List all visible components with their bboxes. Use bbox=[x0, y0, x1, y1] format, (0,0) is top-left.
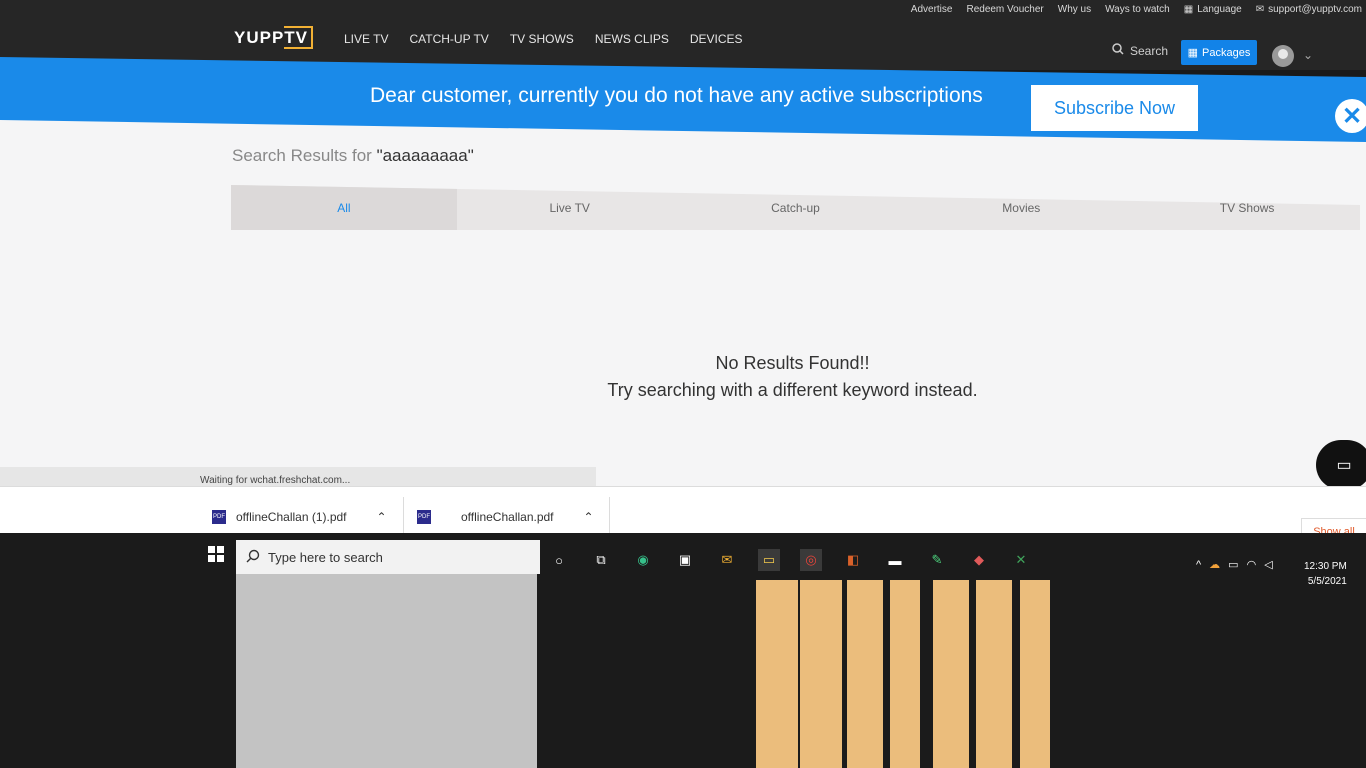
site-header: Advertise Redeem Voucher Why us Ways to … bbox=[0, 0, 1366, 70]
chat-icon[interactable]: ▭ bbox=[1316, 440, 1366, 490]
no-results-message: No Results Found!! Try searching with a … bbox=[560, 350, 1025, 404]
download-item[interactable]: PDF offlineChallan.pdf ⌃ bbox=[417, 501, 594, 533]
windows-start-icon[interactable] bbox=[208, 546, 226, 564]
editor-icon[interactable]: ✎ bbox=[926, 549, 948, 571]
system-tray: ^ ☁ ▭ ◠ ◁ bbox=[1196, 558, 1273, 572]
language-link[interactable]: ▦ Language bbox=[1184, 4, 1242, 15]
page-title: Search Results for "aaaaaaaaa" bbox=[232, 146, 474, 166]
search-icon bbox=[1112, 43, 1124, 58]
gift-icon: ▦ bbox=[1187, 47, 1199, 59]
logo-tv: TV bbox=[284, 26, 314, 49]
logo-main: YUPP bbox=[234, 28, 285, 47]
packages-button[interactable]: ▦ Packages bbox=[1181, 40, 1257, 65]
edge-icon[interactable]: ◉ bbox=[632, 549, 654, 571]
support-email-link[interactable]: ✉ support@yupptv.com bbox=[1256, 4, 1362, 15]
nav-live-tv[interactable]: LIVE TV bbox=[344, 32, 388, 46]
search-query: "aaaaaaaaa" bbox=[376, 146, 474, 165]
task-view-icon[interactable]: ⧉ bbox=[590, 549, 612, 571]
terminal-icon[interactable]: ▬ bbox=[884, 549, 906, 571]
taskbar-clock[interactable]: 12:30 PM 5/5/2021 bbox=[1304, 559, 1347, 589]
banner-message: Dear customer, currently you do not have… bbox=[370, 84, 983, 107]
chevron-down-icon[interactable]: ⌄ bbox=[1303, 48, 1313, 62]
search-label: Search bbox=[1130, 43, 1169, 58]
packages-label: Packages bbox=[1202, 46, 1251, 59]
volume-icon[interactable]: ◁ bbox=[1264, 558, 1272, 571]
chevron-up-icon[interactable]: ⌃ bbox=[377, 510, 387, 524]
taskbar-search-placeholder: Type here to search bbox=[268, 549, 383, 565]
download-filename: offlineChallan.pdf bbox=[461, 510, 554, 524]
subscribe-now-button[interactable]: Subscribe Now bbox=[1031, 85, 1198, 131]
search-button[interactable]: Search bbox=[1112, 43, 1168, 58]
mail-icon: ✉ bbox=[1255, 3, 1265, 15]
chrome-icon[interactable]: ◎ bbox=[800, 549, 822, 571]
nav-tv-shows[interactable]: TV SHOWS bbox=[510, 32, 574, 46]
nav-devices[interactable]: DEVICES bbox=[690, 32, 743, 46]
clock-time: 12:30 PM bbox=[1304, 561, 1347, 572]
download-filename: offlineChallan (1).pdf bbox=[236, 510, 347, 524]
main-nav: LIVE TV CATCH-UP TV TV SHOWS NEWS CLIPS … bbox=[344, 32, 743, 46]
mail-app-icon[interactable]: ✉ bbox=[716, 549, 738, 571]
cortana-icon[interactable]: ○ bbox=[548, 549, 570, 571]
tab-all[interactable]: All bbox=[231, 185, 457, 230]
pdf-icon: PDF bbox=[212, 510, 226, 524]
language-icon: ▦ bbox=[1183, 3, 1194, 15]
excel-icon[interactable]: ✕ bbox=[1010, 549, 1032, 571]
pdf-icon: PDF bbox=[417, 510, 431, 524]
nav-catch-up-tv[interactable]: CATCH-UP TV bbox=[409, 32, 488, 46]
download-item[interactable]: PDF offlineChallan (1).pdf ⌃ bbox=[212, 501, 387, 533]
support-email-label: support@yupptv.com bbox=[1268, 3, 1362, 15]
no-results-title: No Results Found!! bbox=[715, 353, 870, 373]
utility-links: Advertise Redeem Voucher Why us Ways to … bbox=[911, 0, 1362, 18]
divider bbox=[403, 497, 404, 533]
chevron-up-icon[interactable]: ⌃ bbox=[584, 510, 594, 524]
nav-news-clips[interactable]: NEWS CLIPS bbox=[595, 32, 669, 46]
no-results-hint: Try searching with a different keyword i… bbox=[607, 380, 978, 400]
divider bbox=[609, 497, 610, 533]
store-icon[interactable]: ▣ bbox=[674, 549, 696, 571]
taskbar-apps: ○ ⧉ ◉ ▣ ✉ ▭ ◎ ◧ ▬ ✎ ◆ ✕ bbox=[548, 549, 1032, 571]
why-us-link[interactable]: Why us bbox=[1058, 4, 1091, 15]
yupptv-logo[interactable]: YUPPTV bbox=[234, 26, 314, 49]
wifi-icon[interactable]: ◠ bbox=[1247, 558, 1257, 571]
teams-icon[interactable]: ◆ bbox=[968, 549, 990, 571]
close-icon[interactable]: ✕ bbox=[1335, 99, 1366, 133]
search-panel bbox=[236, 574, 537, 768]
outlook-icon[interactable]: ◧ bbox=[842, 549, 864, 571]
file-explorer-icon[interactable]: ▭ bbox=[758, 549, 780, 571]
language-label: Language bbox=[1197, 3, 1242, 15]
screen-glare bbox=[756, 580, 1056, 768]
taskbar-search-input[interactable]: Type here to search bbox=[236, 540, 540, 574]
chevron-up-icon[interactable]: ^ bbox=[1196, 559, 1201, 571]
ways-to-watch-link[interactable]: Ways to watch bbox=[1105, 4, 1170, 15]
onedrive-icon[interactable]: ☁ bbox=[1209, 558, 1220, 571]
avatar[interactable] bbox=[1272, 45, 1294, 67]
redeem-voucher-link[interactable]: Redeem Voucher bbox=[966, 4, 1043, 15]
advertise-link[interactable]: Advertise bbox=[911, 4, 953, 15]
clock-date: 5/5/2021 bbox=[1307, 576, 1347, 587]
battery-icon[interactable]: ▭ bbox=[1228, 558, 1238, 571]
title-prefix: Search Results for bbox=[232, 146, 377, 165]
search-icon bbox=[246, 549, 260, 566]
